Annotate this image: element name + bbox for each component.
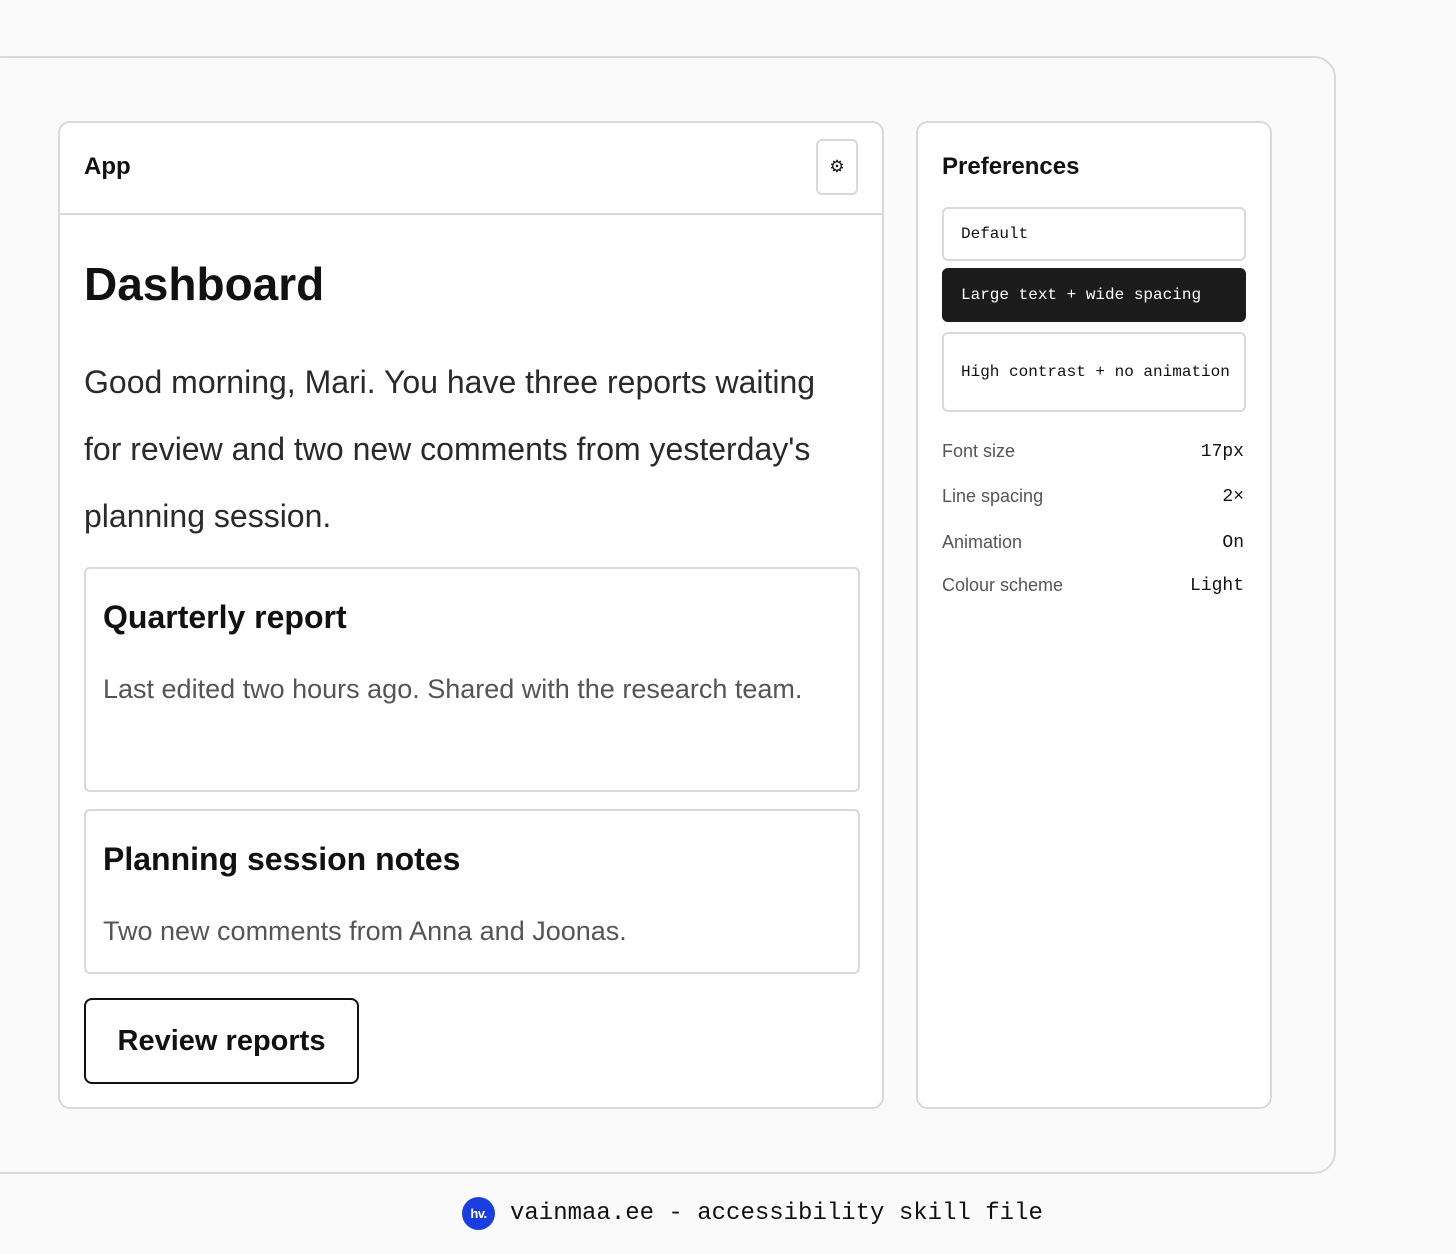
setting-value: 2×: [1222, 486, 1244, 507]
setting-value: Light: [1189, 575, 1244, 596]
review-reports-button[interactable]: Review reports: [84, 998, 359, 1084]
setting-line-spacing: Line spacing 2×: [942, 486, 1244, 507]
setting-label: Font size: [942, 441, 1016, 461]
preset-high-contrast-button[interactable]: High contrast + no animation: [942, 332, 1246, 412]
card-quarterly-report: Quarterly report Last edited two hours a…: [84, 567, 860, 792]
setting-value: On: [1222, 532, 1244, 553]
card-description: Last edited two hours ago. Shared with t…: [103, 674, 803, 704]
footer-text: vainmaa.ee - accessibility skill file: [510, 1200, 1043, 1227]
brand-logo: hv.: [462, 1197, 495, 1230]
footer: hv. vainmaa.ee - accessibility skill fil…: [462, 1197, 1043, 1230]
setting-label: Animation: [942, 532, 1023, 552]
setting-animation: Animation On: [942, 532, 1244, 553]
app-title: App: [84, 153, 131, 180]
card-description: Two new comments from Anna and Joonas.: [103, 916, 627, 946]
app-panel: App ⚙ Dashboard Good morning, Mari. You …: [58, 121, 884, 1109]
preset-large-text-button[interactable]: Large text + wide spacing: [942, 268, 1246, 322]
page-title: Dashboard: [84, 258, 325, 310]
app-header: App ⚙: [60, 123, 882, 215]
card-title: Planning session notes: [103, 841, 461, 877]
settings-button[interactable]: ⚙: [816, 139, 858, 195]
gear-icon: ⚙: [829, 157, 845, 176]
preset-default-button[interactable]: Default: [942, 207, 1246, 261]
setting-font-size: Font size 17px: [942, 441, 1244, 462]
greeting-text: Good morning, Mari. You have three repor…: [84, 364, 816, 534]
preferences-panel: Preferences Default Large text + wide sp…: [916, 121, 1272, 1109]
card-title: Quarterly report: [103, 599, 347, 635]
setting-value: 17px: [1200, 441, 1244, 462]
setting-colour-scheme: Colour scheme Light: [942, 575, 1244, 596]
setting-label: Colour scheme: [942, 575, 1064, 595]
preferences-title: Preferences: [942, 153, 1080, 180]
setting-label: Line spacing: [942, 486, 1044, 506]
card-planning-session-notes: Planning session notes Two new comments …: [84, 809, 860, 974]
